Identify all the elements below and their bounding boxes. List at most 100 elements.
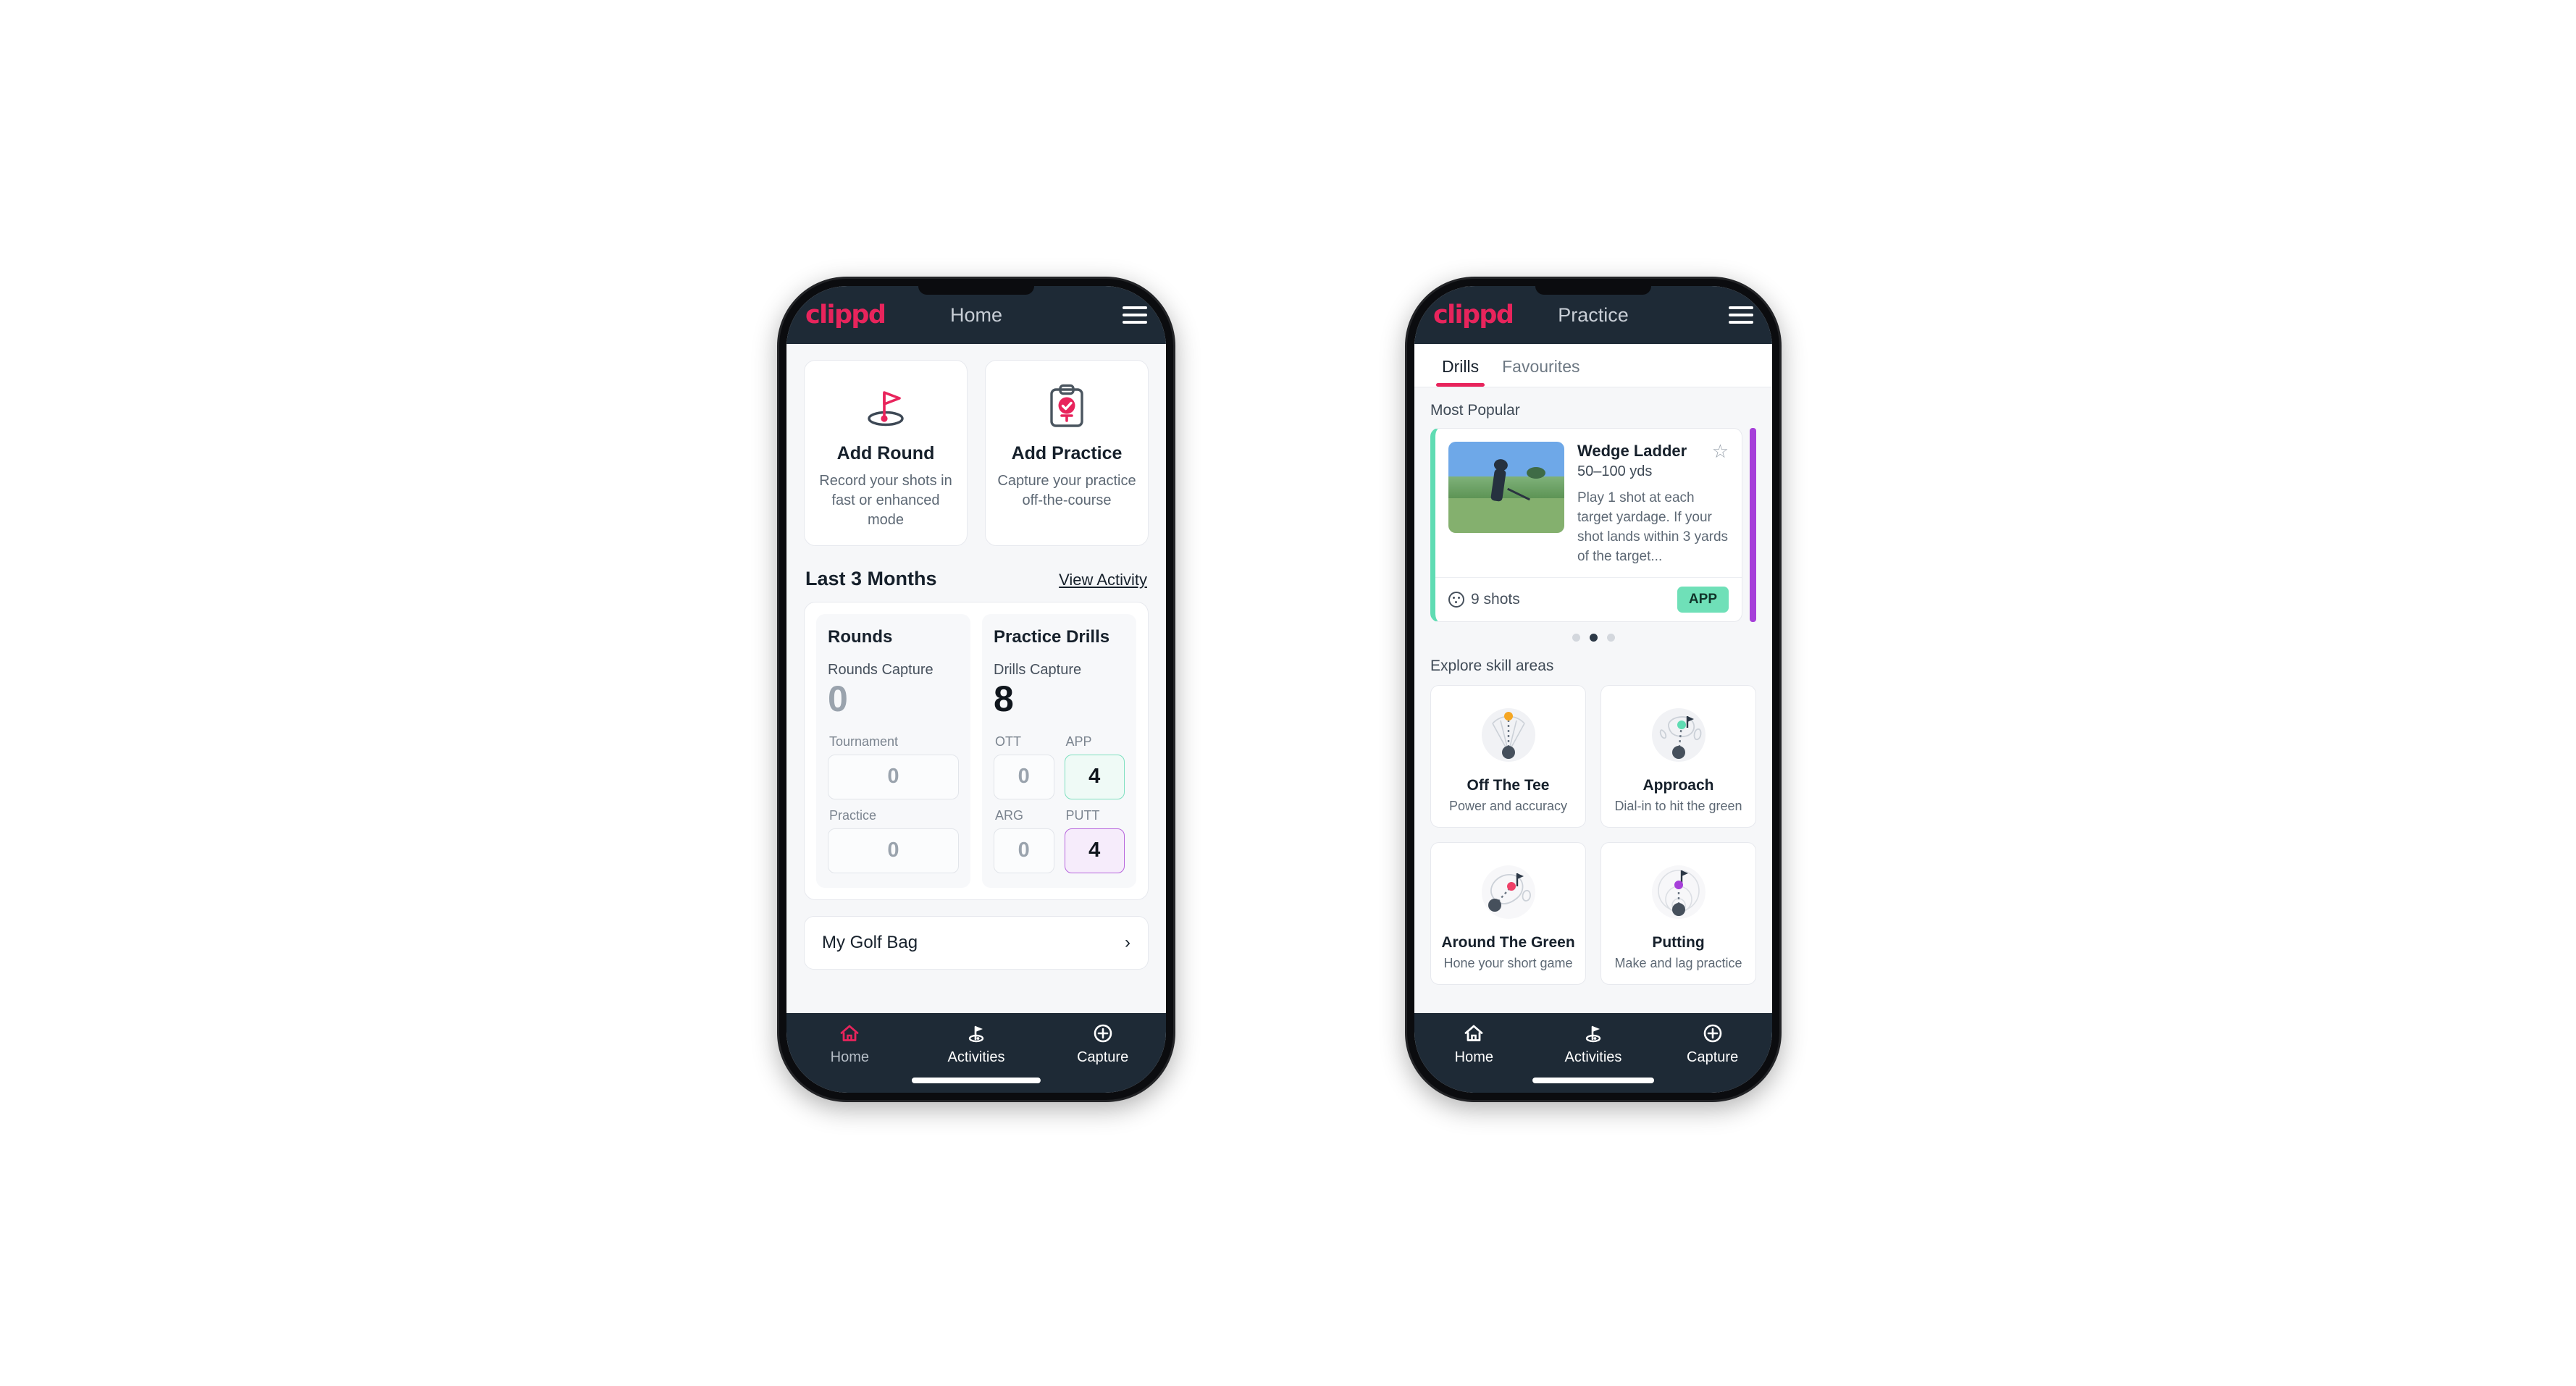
home-icon <box>840 1025 859 1041</box>
practice-tabs: Drills Favourites <box>1414 344 1772 387</box>
drills-arg-cell: ARG 0 <box>994 808 1054 873</box>
hamburger-menu-icon[interactable] <box>1123 306 1147 324</box>
star-outline-icon[interactable]: ☆ <box>1712 442 1729 461</box>
phone-home-screen: clippd Home Add Round Record your shots … <box>786 286 1166 1093</box>
nav-item-capture[interactable]: Capture <box>1653 1023 1771 1066</box>
drills-putt-value[interactable]: 4 <box>1064 828 1125 873</box>
rounds-heading: Rounds <box>828 627 893 647</box>
section-title: Last 3 Months <box>805 568 937 590</box>
skill-card-approach[interactable]: Approach Dial-in to hit the green <box>1600 684 1756 828</box>
drill-card-top: Wedge Ladder ☆ 50–100 yds Play 1 shot at… <box>1435 429 1742 577</box>
clippd-logo: clippd <box>1433 300 1514 329</box>
carousel-dots <box>1430 633 1756 642</box>
drills-app-cell: APP 4 <box>1064 734 1125 799</box>
drills-putt-label: PUTT <box>1065 807 1100 823</box>
nav-activities-label: Activities <box>1564 1049 1622 1065</box>
drill-title-row: Wedge Ladder ☆ <box>1577 442 1729 461</box>
next-drill-card-peek[interactable] <box>1750 428 1756 622</box>
nav-activities-label: Activities <box>947 1049 1005 1065</box>
rounds-tournament-cell: Tournament 0 <box>828 734 959 799</box>
drills-arg-value[interactable]: 0 <box>994 828 1054 873</box>
practice-content: Most Popular Wedge Ladder ☆ 50–100 yds P… <box>1414 387 1772 1013</box>
plus-circle-icon <box>1094 1024 1112 1043</box>
nav-item-home[interactable]: Home <box>787 1023 912 1066</box>
screenshot-canvas: clippd Home Add Round Record your shots … <box>0 0 2576 1386</box>
putting-rings-icon <box>1608 854 1748 930</box>
last-3-months-header: Last 3 Months View Activity <box>805 568 1147 590</box>
rounds-tournament-label: Tournament <box>829 734 899 749</box>
rounds-practice-label: Practice <box>829 807 877 823</box>
thumbnail-tree <box>1527 467 1546 479</box>
drills-heading: Practice Drills <box>994 627 1110 647</box>
view-activity-link[interactable]: View Activity <box>1059 571 1147 589</box>
nav-item-capture[interactable]: Capture <box>1040 1023 1165 1066</box>
rounds-capture-value: 0 <box>828 679 848 720</box>
chip-green-icon <box>1438 854 1578 930</box>
drills-app-value[interactable]: 4 <box>1064 754 1125 799</box>
home-indicator <box>1532 1078 1654 1083</box>
tab-favourites[interactable]: Favourites <box>1490 344 1591 387</box>
nav-home-label: Home <box>1454 1049 1493 1065</box>
clippd-logo: clippd <box>805 300 886 329</box>
carousel-dot-3[interactable] <box>1606 633 1615 642</box>
rounds-breakdown: Tournament 0 Practice 0 <box>828 734 959 873</box>
nav-item-activities[interactable]: Activities <box>914 1023 1039 1066</box>
skill-subtitle-around-the-green: Hone your short game <box>1443 955 1573 970</box>
carousel-dot-2[interactable] <box>1589 633 1598 642</box>
skill-areas-grid: Off The Tee Power and accuracy Approach … <box>1430 684 1756 985</box>
plus-circle-icon <box>1703 1024 1721 1043</box>
skill-title-off-the-tee: Off The Tee <box>1467 776 1550 794</box>
bottom-nav-home: Home Activities Capture <box>786 1013 1166 1093</box>
drills-capture-value: 8 <box>994 679 1014 720</box>
tab-drills[interactable]: Drills <box>1430 344 1490 387</box>
green-approach-icon <box>1608 697 1748 773</box>
my-golf-bag-row[interactable]: My Golf Bag › <box>804 915 1149 970</box>
drill-meta: Wedge Ladder ☆ 50–100 yds Play 1 shot at… <box>1577 442 1729 567</box>
tee-fan-icon <box>1438 697 1578 773</box>
drills-ott-label: OTT <box>995 734 1021 749</box>
nav-item-activities[interactable]: Activities <box>1534 1023 1652 1066</box>
thumbnail-golfer <box>1490 468 1506 502</box>
drill-yardage: 50–100 yds <box>1577 463 1653 479</box>
rounds-capture-label: Rounds Capture <box>828 662 934 679</box>
thumbnail-club <box>1507 487 1530 500</box>
chevron-right-icon: › <box>1125 932 1130 952</box>
drill-carousel: Wedge Ladder ☆ 50–100 yds Play 1 shot at… <box>1430 428 1756 622</box>
phone-practice-screen: clippd Practice Drills Favourites Most P… <box>1414 286 1772 1093</box>
rounds-tournament-value[interactable]: 0 <box>828 754 959 799</box>
practice-drills-column: Practice Drills Drills Capture 8 OTT 0 A… <box>982 614 1136 888</box>
bottom-nav-practice: Home Activities Capture <box>1414 1013 1772 1093</box>
nav-capture-label: Capture <box>1687 1049 1739 1065</box>
drill-description: Play 1 shot at each target yardage. If y… <box>1577 490 1729 564</box>
drill-title: Wedge Ladder <box>1577 442 1687 460</box>
skill-subtitle-approach: Dial-in to hit the green <box>1614 798 1742 813</box>
skill-subtitle-putting: Make and lag practice <box>1614 955 1742 970</box>
drill-card-wedge-ladder[interactable]: Wedge Ladder ☆ 50–100 yds Play 1 shot at… <box>1430 428 1742 622</box>
skill-subtitle-off-the-tee: Power and accuracy <box>1448 798 1568 813</box>
skill-title-around-the-green: Around The Green <box>1441 933 1575 951</box>
add-practice-card[interactable]: Add Practice Capture your practice off-t… <box>985 360 1149 547</box>
golf-flag-hole-icon <box>815 379 957 433</box>
phone-practice: clippd Practice Drills Favourites Most P… <box>1405 277 1782 1102</box>
skill-card-putting[interactable]: Putting Make and lag practice <box>1600 841 1756 985</box>
drill-category-badge: APP <box>1677 586 1729 613</box>
skill-card-around-the-green[interactable]: Around The Green Hone your short game <box>1430 841 1586 985</box>
drills-ott-cell: OTT 0 <box>994 734 1054 799</box>
drills-putt-cell: PUTT 4 <box>1064 807 1125 873</box>
device-notch <box>1535 286 1651 295</box>
add-practice-subtitle: Capture your practice off-the-course <box>997 473 1136 508</box>
drills-ott-value[interactable]: 0 <box>994 754 1054 799</box>
rounds-practice-value[interactable]: 0 <box>828 828 959 873</box>
explore-skill-areas-label: Explore skill areas <box>1430 657 1554 674</box>
practice-inner: Most Popular Wedge Ladder ☆ 50–100 yds P… <box>1414 387 1772 985</box>
add-round-card[interactable]: Add Round Record your shots in fast or e… <box>804 360 968 547</box>
skill-card-off-the-tee[interactable]: Off The Tee Power and accuracy <box>1430 684 1586 828</box>
carousel-dot-1[interactable] <box>1572 633 1580 642</box>
skill-title-putting: Putting <box>1652 933 1705 951</box>
hamburger-menu-icon[interactable] <box>1729 306 1753 324</box>
nav-capture-label: Capture <box>1077 1049 1129 1065</box>
add-round-title: Add Round <box>836 443 935 463</box>
home-indicator <box>911 1078 1041 1083</box>
clipboard-check-icon <box>996 379 1138 433</box>
nav-item-home[interactable]: Home <box>1415 1023 1533 1066</box>
